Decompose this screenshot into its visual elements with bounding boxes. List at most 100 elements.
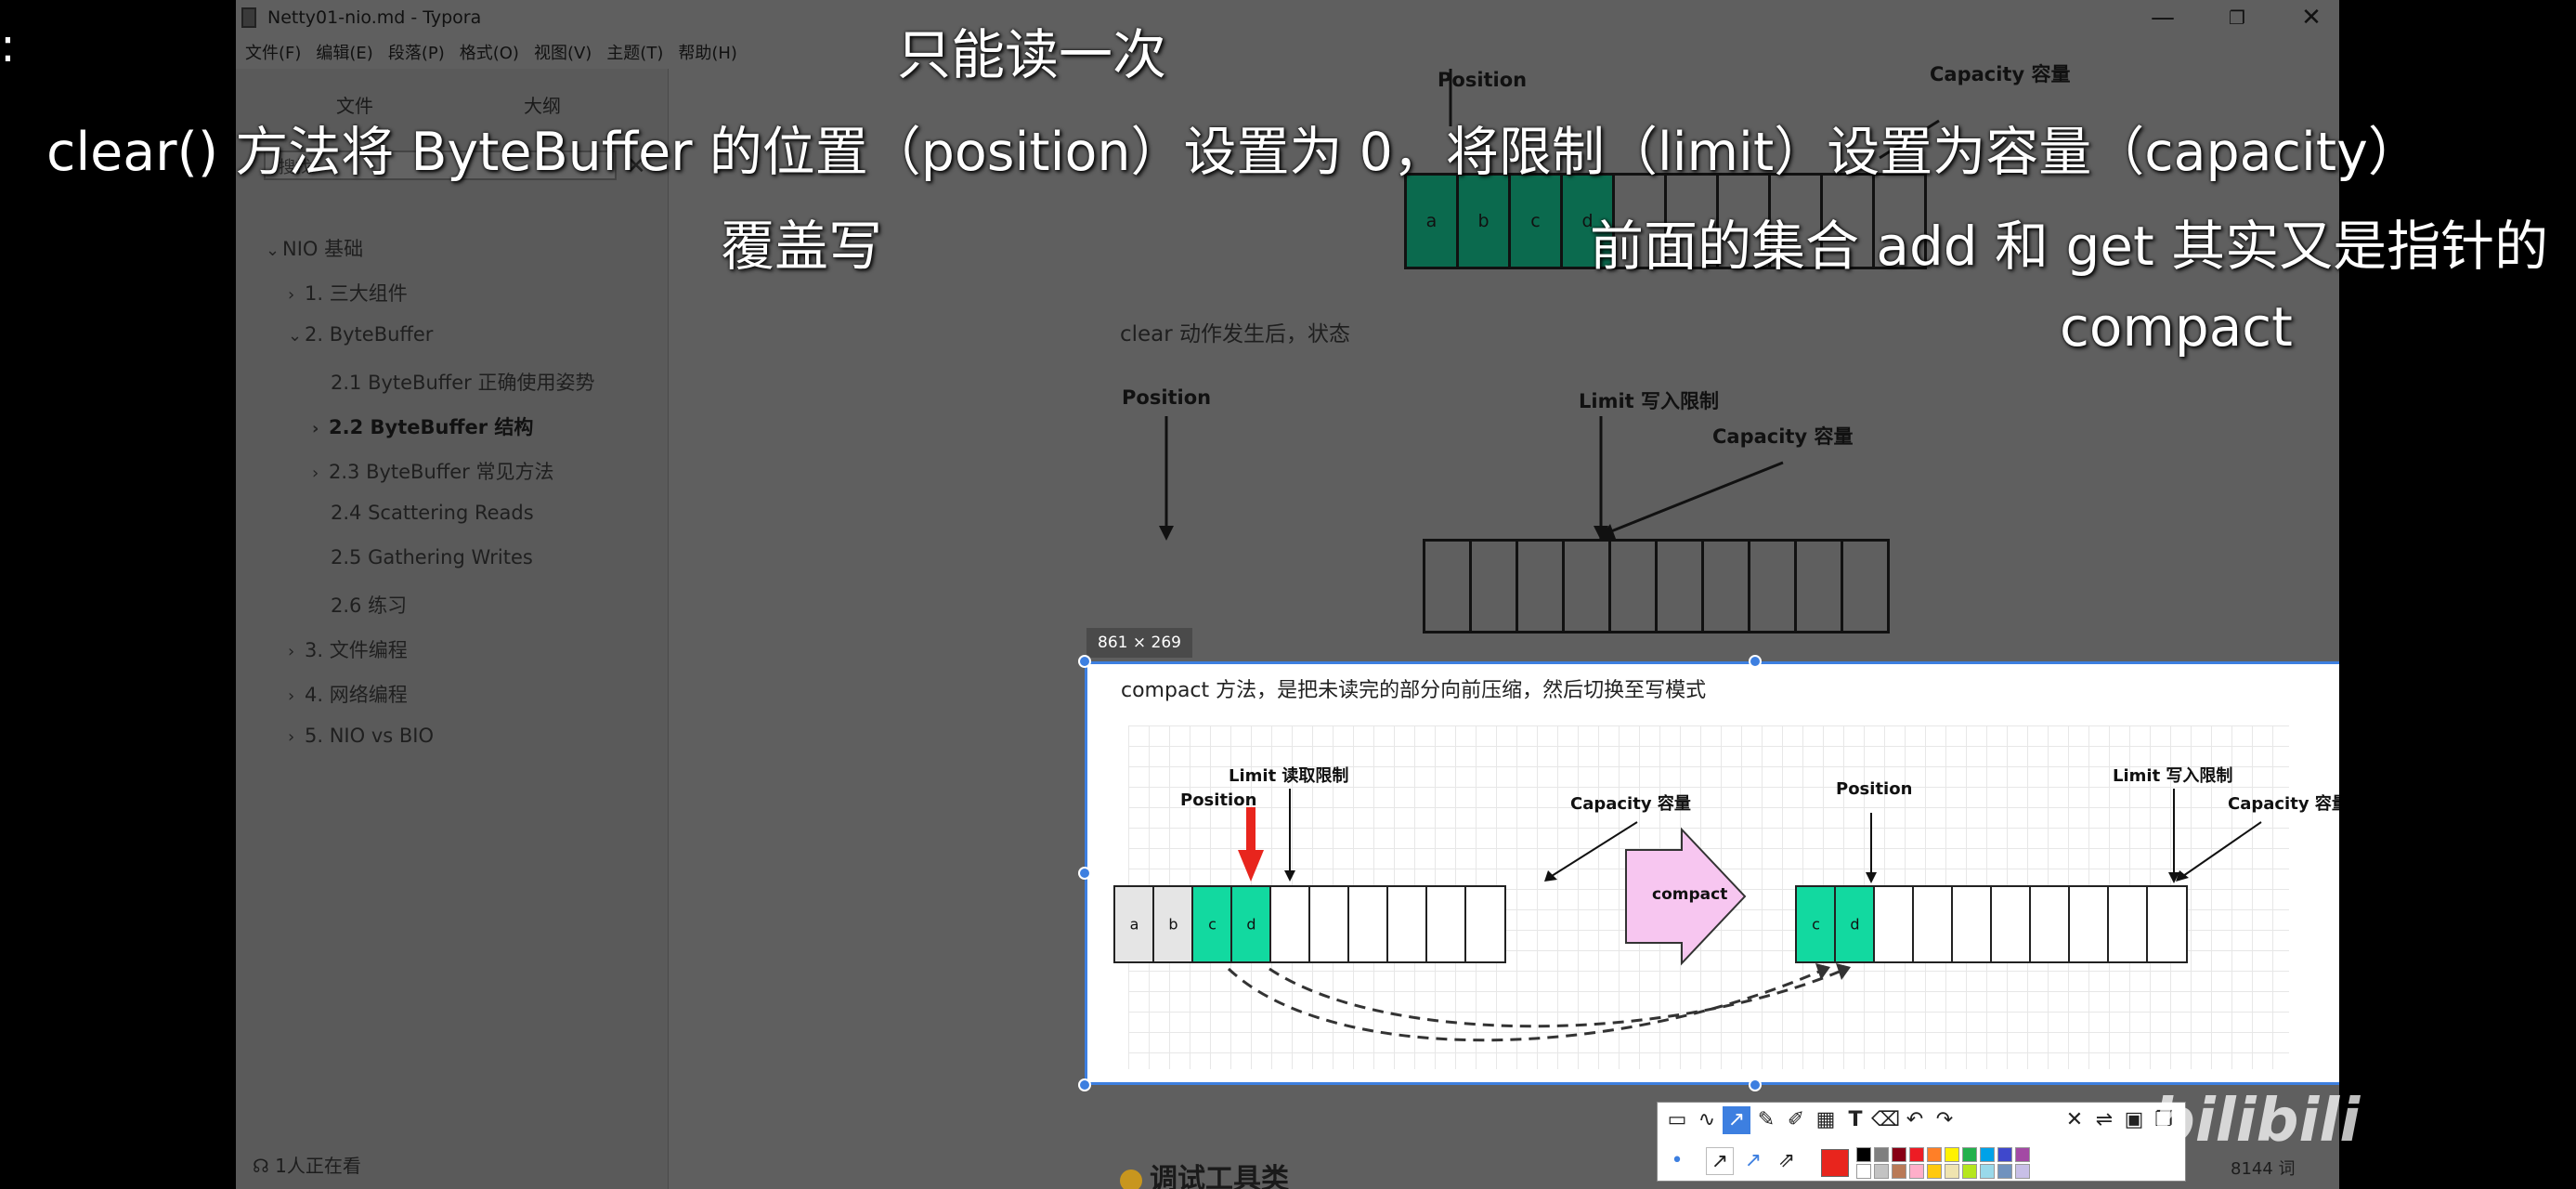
resize-handle-bl[interactable]	[1078, 1078, 1091, 1091]
color-swatch[interactable]	[1980, 1147, 1995, 1162]
toc-item-2-4[interactable]: 2.4 Scattering Reads	[331, 502, 534, 524]
toc-item-2-1[interactable]: 2.1 ByteBuffer 正确使用姿势	[331, 368, 594, 396]
line-style-2-icon[interactable]: ↗	[1739, 1147, 1767, 1175]
left-buffer-cell	[1425, 885, 1467, 963]
color-swatch[interactable]	[1874, 1147, 1889, 1162]
viewer-count: ☊ 1人正在看	[253, 1151, 361, 1178]
subtitle-line-3: 覆盖写	[721, 215, 883, 278]
toc-item-2-2[interactable]: › 2.2 ByteBuffer 结构	[312, 412, 533, 440]
menu-edit[interactable]: 编辑(E)	[316, 40, 372, 64]
size-small-icon[interactable]: •	[1663, 1147, 1691, 1175]
save-icon[interactable]: ▣	[2120, 1106, 2148, 1134]
line-style-3-icon[interactable]: ⇗	[1773, 1147, 1801, 1175]
resize-handle-l[interactable]	[1078, 867, 1091, 880]
pin-icon[interactable]: ⇌	[2090, 1106, 2118, 1134]
minimize-button[interactable]: —	[2135, 0, 2191, 35]
chevron-right-icon: ›	[312, 464, 319, 483]
menu-format[interactable]: 格式(O)	[460, 40, 519, 64]
color-swatch[interactable]	[1962, 1164, 1977, 1179]
right-buffer-cell	[1912, 885, 1954, 963]
arrow-tool-icon[interactable]: ↗	[1723, 1106, 1750, 1134]
color-swatch[interactable]	[1997, 1147, 2012, 1162]
diagram2-cell	[1608, 539, 1658, 634]
toc-item-nio-vs-bio[interactable]: › 5. NIO vs BIO	[288, 725, 434, 747]
toc-label: 2.3 ByteBuffer 常见方法	[329, 461, 554, 483]
diagram2-cell	[1655, 539, 1704, 634]
red-arrow-icon	[1238, 807, 1264, 882]
color-swatch[interactable]	[1945, 1147, 1959, 1162]
color-swatch[interactable]	[2015, 1147, 2030, 1162]
color-swatch[interactable]	[1856, 1147, 1871, 1162]
chevron-right-icon: ›	[288, 727, 295, 747]
color-swatch[interactable]	[1909, 1147, 1924, 1162]
pen-tool-icon[interactable]: ✎	[1752, 1106, 1780, 1134]
menu-help[interactable]: 帮助(H)	[678, 40, 737, 64]
eraser-tool-icon[interactable]: ⌫	[1871, 1106, 1900, 1134]
rectangle-tool-icon[interactable]: ▭	[1663, 1106, 1691, 1134]
resize-handle-t[interactable]	[1749, 655, 1762, 668]
toc-label: 5. NIO vs BIO	[305, 725, 434, 747]
color-swatch[interactable]	[1927, 1164, 1942, 1179]
color-swatch[interactable]	[2015, 1164, 2030, 1179]
undo-icon[interactable]: ↶	[1901, 1106, 1929, 1134]
sidebar: 文件 大纲 搜找 ✕ ⌄ NIO 基础 › 1. 三大组件 ⌄ 2. ByteBuff…	[236, 69, 669, 1189]
menu-view[interactable]: 视图(V)	[534, 40, 592, 64]
color-swatch[interactable]	[1962, 1147, 1977, 1162]
line-style-1-icon[interactable]: ↗	[1706, 1147, 1734, 1175]
annotation-toolbar: ▭ ∿ ↗ ✎ ✐ ▦ T ⌫ ↶ ↷ ✕ ⇌ ▣ ❐ • ↗ ↗ ⇗	[1657, 1102, 2186, 1182]
resize-handle-b[interactable]	[1749, 1078, 1762, 1091]
toc-item-2-3[interactable]: › 2.3 ByteBuffer 常见方法	[312, 457, 553, 485]
right-buffer-cell	[2029, 885, 2071, 963]
screenshot-selection[interactable]: compact 方法，是把未读完的部分向前压缩，然后切换至写模式 Limit 读…	[1085, 661, 2339, 1085]
diagram2-cell	[1748, 539, 1797, 634]
curve-tool-icon[interactable]: ∿	[1693, 1106, 1721, 1134]
text-tool-icon[interactable]: T	[1841, 1106, 1869, 1134]
toc-label: 2.5 Gathering Writes	[331, 546, 533, 568]
toc-item-three-components[interactable]: › 1. 三大组件	[288, 279, 408, 307]
toc-item-2-6[interactable]: 2.6 练习	[331, 591, 407, 619]
resize-handle-tl[interactable]	[1078, 655, 1091, 668]
left-buffer-cell-label: b	[1168, 915, 1178, 934]
menu-paragraph[interactable]: 段落(P)	[388, 40, 445, 64]
cancel-icon[interactable]: ✕	[2061, 1106, 2088, 1134]
menu-file[interactable]: 文件(F)	[245, 40, 301, 64]
menu-bar: 文件(F) 编辑(E) 段落(P) 格式(O) 视图(V) 主题(T) 帮助(H…	[236, 35, 743, 69]
color-swatch[interactable]	[1945, 1164, 1959, 1179]
compact-diagram-arrows	[1227, 789, 2262, 1042]
color-swatch[interactable]	[1997, 1164, 2012, 1179]
chevron-right-icon: ›	[312, 419, 319, 438]
toc-item-file-programming[interactable]: › 3. 文件编程	[288, 635, 408, 663]
color-swatch[interactable]	[1856, 1164, 1871, 1179]
compact-arrow-label: compact	[1652, 885, 1728, 904]
toc-item-2-5[interactable]: 2.5 Gathering Writes	[331, 546, 533, 568]
color-swatch[interactable]	[1980, 1164, 1995, 1179]
close-button[interactable]: ✕	[2283, 0, 2339, 35]
diagram2-cell	[1841, 539, 1890, 634]
redo-icon[interactable]: ↷	[1931, 1106, 1958, 1134]
color-swatch[interactable]	[1874, 1164, 1889, 1179]
toc-item-bytebuffer[interactable]: ⌄ 2. ByteBuffer	[288, 323, 433, 346]
toc-item-nio-basics[interactable]: ⌄ NIO 基础	[266, 234, 363, 262]
current-color-swatch[interactable]	[1821, 1149, 1849, 1177]
maximize-button[interactable]: ❐	[2209, 0, 2265, 35]
toc-item-network-programming[interactable]: › 4. 网络编程	[288, 680, 408, 708]
color-swatch[interactable]	[1892, 1147, 1906, 1162]
toc-label: 2.6 练习	[331, 594, 408, 617]
left-buffer-cell-label: a	[1129, 915, 1139, 934]
mosaic-tool-icon[interactable]: ▦	[1812, 1106, 1840, 1134]
subtitle-line-4: 前面的集合 add 和 get 其实又是指针的	[1590, 215, 2549, 278]
color-swatch[interactable]	[1892, 1164, 1906, 1179]
menu-theme[interactable]: 主题(T)	[606, 40, 663, 64]
color-swatch[interactable]	[1927, 1147, 1942, 1162]
toc-label: 1. 三大组件	[305, 282, 408, 305]
marker-tool-icon[interactable]: ✐	[1782, 1106, 1810, 1134]
subtitle-line-2: clear() 方法将 ByteBuffer 的位置（position）设置为 …	[46, 122, 2421, 183]
right-buffer-cell	[2068, 885, 2110, 963]
window-title: Netty01-nio.md - Typora	[267, 7, 482, 28]
toc-label: 3. 文件编程	[305, 639, 408, 661]
chevron-right-icon: ›	[288, 642, 295, 661]
selection-size-badge: 861 × 269	[1086, 628, 1192, 658]
chevron-down-icon: ⌄	[266, 241, 280, 260]
color-swatch[interactable]	[1909, 1164, 1924, 1179]
right-buffer-cell-label: d	[1850, 915, 1860, 934]
